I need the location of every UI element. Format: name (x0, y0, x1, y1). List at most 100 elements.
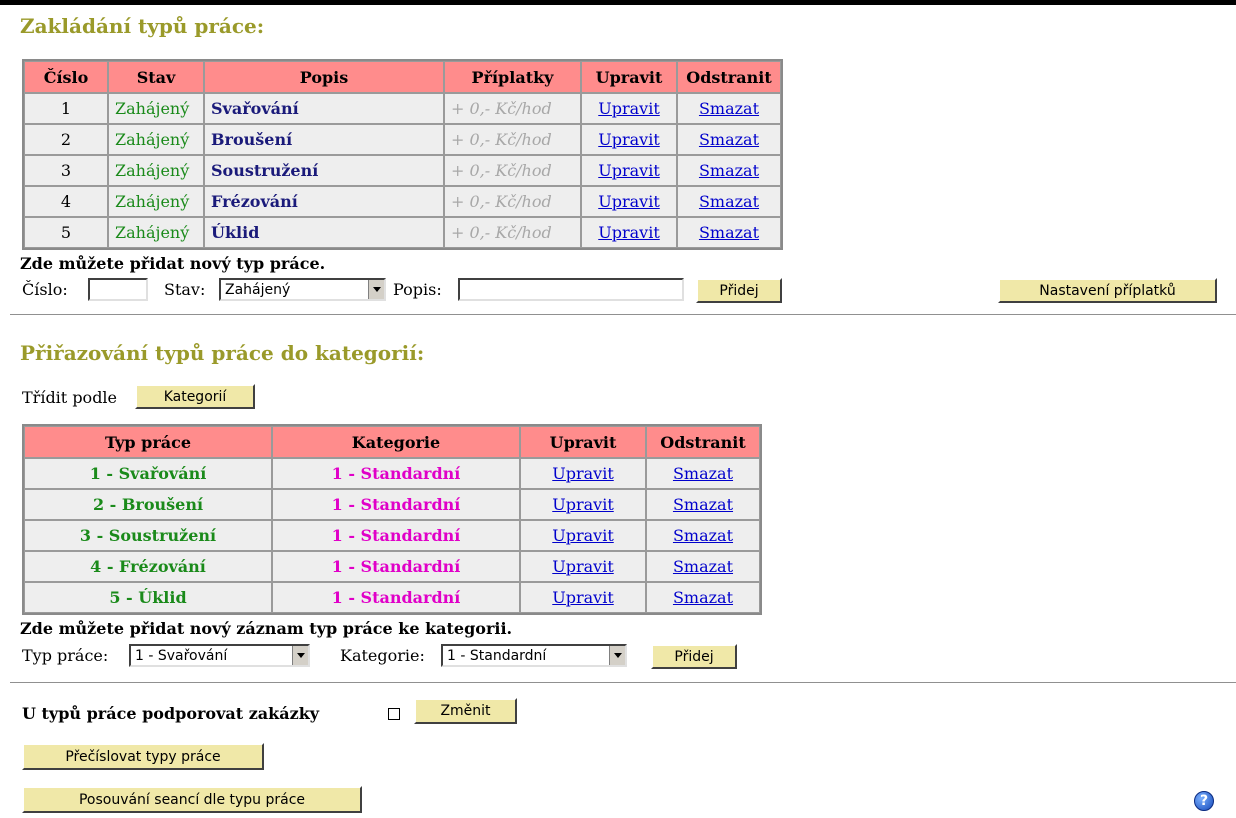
edit-cell: Upravit (520, 582, 646, 613)
column-header-work-type: Typ práce (24, 426, 272, 458)
category-select[interactable]: 1 - Standardní (441, 644, 627, 667)
surcharge-settings-button[interactable]: Nastavení příplatků (998, 278, 1217, 303)
top-rule (0, 0, 1236, 5)
chevron-down-icon[interactable] (368, 280, 384, 299)
edit-cell: Upravit (520, 458, 646, 489)
delete-cell: Smazat (646, 551, 760, 582)
category-select-value: 1 - Standardní (447, 647, 547, 664)
orders-support-checkbox[interactable] (388, 708, 400, 720)
work-type-select[interactable]: 1 - Svařování (129, 644, 310, 667)
sort-by-categories-button[interactable]: Kategorií (135, 384, 255, 409)
delete-cell: Smazat (646, 520, 760, 551)
table-row: 3 Zahájený Soustružení + 0,- Kč/hod Upravit S… (24, 155, 781, 186)
row-description: Úklid (204, 217, 444, 248)
category-assignment-title: Přiřazování typů práce do kategorií: (20, 341, 425, 365)
edit-cell: Upravit (581, 217, 677, 248)
row-work-type: 3 - Soustružení (24, 520, 272, 551)
row-state: Zahájený (108, 155, 204, 186)
edit-cell: Upravit (581, 93, 677, 124)
table-header-row: Typ práce Kategorie Upravit Odstranit (24, 426, 760, 458)
divider (10, 682, 1236, 683)
delete-link[interactable]: Smazat (673, 495, 733, 514)
delete-cell: Smazat (677, 217, 781, 248)
row-number: 5 (24, 217, 108, 248)
work-types-table: Číslo Stav Popis Příplatky Upravit Odstr… (22, 59, 783, 250)
edit-link[interactable]: Upravit (552, 495, 614, 514)
change-button[interactable]: Změnit (414, 698, 517, 724)
table-row: 5 - Úklid 1 - Standardní Upravit Smazat (24, 582, 760, 613)
work-type-label: Typ práce: (22, 646, 109, 665)
add-work-type-hint: Zde můžete přidat nový typ práce. (20, 254, 326, 273)
edit-cell: Upravit (520, 551, 646, 582)
row-description: Broušení (204, 124, 444, 155)
row-work-type: 5 - Úklid (24, 582, 272, 613)
edit-cell: Upravit (581, 186, 677, 217)
row-work-type: 4 - Frézování (24, 551, 272, 582)
row-number: 2 (24, 124, 108, 155)
column-header-edit: Upravit (520, 426, 646, 458)
row-state: Zahájený (108, 186, 204, 217)
table-header-row: Číslo Stav Popis Příplatky Upravit Odstr… (24, 61, 781, 93)
edit-link[interactable]: Upravit (552, 588, 614, 607)
edit-link[interactable]: Upravit (598, 161, 660, 180)
delete-link[interactable]: Smazat (673, 588, 733, 607)
row-category: 1 - Standardní (272, 520, 520, 551)
work-types-title: Zakládání typů práce: (20, 14, 265, 38)
state-label: Stav: (164, 280, 206, 299)
state-select[interactable]: Zahájený (219, 278, 386, 301)
edit-link[interactable]: Upravit (598, 130, 660, 149)
add-category-record-hint: Zde můžete přidat nový záznam typ práce … (20, 619, 513, 638)
delete-link[interactable]: Smazat (699, 192, 759, 211)
row-state: Zahájený (108, 217, 204, 248)
delete-cell: Smazat (677, 124, 781, 155)
row-surcharge: + 0,- Kč/hod (444, 186, 581, 217)
table-row: 2 Zahájený Broušení + 0,- Kč/hod Upravit Smaz… (24, 124, 781, 155)
description-input[interactable] (458, 278, 684, 301)
row-number: 1 (24, 93, 108, 124)
chevron-down-icon[interactable] (609, 646, 625, 665)
delete-link[interactable]: Smazat (699, 161, 759, 180)
number-label: Číslo: (22, 280, 68, 299)
delete-link[interactable]: Smazat (673, 557, 733, 576)
row-description: Svařování (204, 93, 444, 124)
edit-link[interactable]: Upravit (598, 192, 660, 211)
row-state: Zahájený (108, 124, 204, 155)
delete-link[interactable]: Smazat (699, 223, 759, 242)
orders-support-label: U typů práce podporovat zakázky (22, 704, 320, 723)
table-row: 1 Zahájený Svařování + 0,- Kč/hod Upravit Sma… (24, 93, 781, 124)
column-header-description: Popis (204, 61, 444, 93)
add-work-type-button[interactable]: Přidej (696, 278, 782, 303)
chevron-down-icon[interactable] (292, 646, 308, 665)
table-row: 4 - Frézování 1 - Standardní Upravit Smazat (24, 551, 760, 582)
column-header-number: Číslo (24, 61, 108, 93)
edit-link[interactable]: Upravit (598, 99, 660, 118)
sort-by-label: Třídit podle (22, 388, 118, 407)
delete-link[interactable]: Smazat (673, 526, 733, 545)
edit-link[interactable]: Upravit (552, 526, 614, 545)
edit-link[interactable]: Upravit (552, 557, 614, 576)
column-header-edit: Upravit (581, 61, 677, 93)
shift-sessions-button[interactable]: Posouvání seancí dle typu práce (22, 786, 362, 813)
row-surcharge: + 0,- Kč/hod (444, 155, 581, 186)
add-category-record-button[interactable]: Přidej (651, 644, 737, 669)
edit-link[interactable]: Upravit (552, 464, 614, 483)
row-surcharge: + 0,- Kč/hod (444, 93, 581, 124)
category-label: Kategorie: (340, 646, 425, 665)
renumber-work-types-button[interactable]: Přečíslovat typy práce (22, 743, 264, 770)
delete-cell: Smazat (646, 489, 760, 520)
table-row: 2 - Broušení 1 - Standardní Upravit Smazat (24, 489, 760, 520)
delete-link[interactable]: Smazat (699, 130, 759, 149)
delete-link[interactable]: Smazat (673, 464, 733, 483)
row-work-type: 2 - Broušení (24, 489, 272, 520)
row-work-type: 1 - Svařování (24, 458, 272, 489)
page: Zakládání typů práce: Číslo Stav Popis P… (0, 0, 1236, 818)
row-number: 3 (24, 155, 108, 186)
column-header-category: Kategorie (272, 426, 520, 458)
row-category: 1 - Standardní (272, 582, 520, 613)
column-header-delete: Odstranit (646, 426, 760, 458)
edit-link[interactable]: Upravit (598, 223, 660, 242)
number-input[interactable] (88, 278, 148, 301)
question-mark-icon[interactable]: ? (1194, 791, 1214, 811)
row-category: 1 - Standardní (272, 458, 520, 489)
delete-link[interactable]: Smazat (699, 99, 759, 118)
